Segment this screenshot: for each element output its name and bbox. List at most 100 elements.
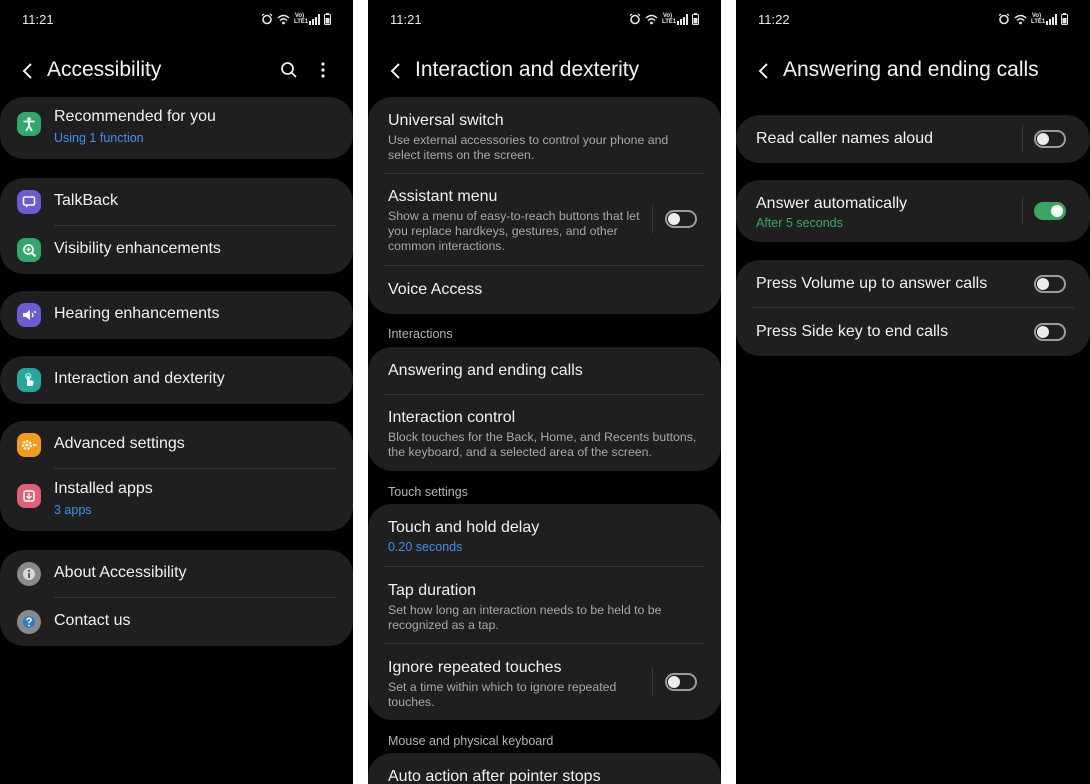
back-arrow-icon <box>390 63 400 79</box>
menu-item-label: Installed apps <box>54 480 153 497</box>
assistant-menu-toggle[interactable] <box>665 210 697 228</box>
item-label: Touch and hold delay <box>388 519 540 536</box>
settings-group: TalkBack Visibility enhancements <box>0 178 353 274</box>
menu-item-installed-apps[interactable]: Installed apps 3 apps <box>0 469 353 531</box>
battery-icon <box>1061 13 1068 25</box>
accessibility-person-icon <box>17 112 41 136</box>
back-button[interactable] <box>384 58 406 84</box>
setting-label: Answer automatically <box>756 195 908 212</box>
section-header-touch-settings: Touch settings <box>388 485 468 499</box>
menu-item-label: Hearing enhancements <box>54 305 220 322</box>
read-caller-toggle[interactable] <box>1034 130 1066 148</box>
alarm-icon <box>998 13 1010 25</box>
menu-item-interaction[interactable]: Interaction and dexterity <box>0 356 353 404</box>
item-label: Ignore repeated touches <box>388 659 562 676</box>
back-button[interactable] <box>16 58 38 84</box>
settings-group: Hearing enhancements <box>0 291 353 339</box>
search-button[interactable] <box>279 59 299 81</box>
item-label: Auto action after pointer stops <box>388 768 601 784</box>
press-side-key-toggle[interactable] <box>1034 323 1066 341</box>
gear-dots-icon <box>17 433 41 457</box>
info-icon <box>17 562 41 586</box>
setting-answer-automatically[interactable]: Answer automatically After 5 seconds <box>736 180 1090 242</box>
download-apps-icon <box>17 484 41 508</box>
page-title: Answering and ending calls <box>783 58 1039 81</box>
section-header-mouse-keyboard: Mouse and physical keyboard <box>388 734 554 748</box>
settings-group: Auto action after pointer stops <box>368 753 721 784</box>
hearing-volume-icon <box>17 303 41 327</box>
menu-item-voice-access[interactable]: Voice Access <box>368 266 721 314</box>
setting-press-side-key[interactable]: Press Side key to end calls <box>736 308 1090 356</box>
volte-icon: Vo) LTE1 <box>294 13 309 25</box>
vertical-separator <box>1022 197 1023 225</box>
menu-item-contact[interactable]: Contact us <box>0 598 353 646</box>
setting-read-caller-names[interactable]: Read caller names aloud <box>736 115 1090 163</box>
menu-item-talkback[interactable]: TalkBack <box>0 178 353 226</box>
more-vertical-icon <box>321 62 325 78</box>
menu-item-sub: 3 apps <box>54 503 92 517</box>
menu-item-assistant-menu[interactable]: Assistant menu Show a menu of easy-to-re… <box>368 174 721 266</box>
app-bar: Accessibility <box>0 52 353 90</box>
signal-icon <box>1046 13 1057 25</box>
status-time: 11:21 <box>390 12 422 27</box>
setting-press-volume-up[interactable]: Press Volume up to answer calls <box>736 260 1090 308</box>
item-sub: 0.20 seconds <box>388 540 463 554</box>
status-bar: 11:21 Vo) LTE1 <box>368 12 721 28</box>
setting-sub: After 5 seconds <box>756 216 843 230</box>
settings-group: About Accessibility Contact us <box>0 550 353 646</box>
page-title: Accessibility <box>47 58 162 81</box>
settings-group: Press Volume up to answer calls Press Si… <box>736 260 1090 356</box>
item-label: Voice Access <box>388 281 483 298</box>
alarm-icon <box>629 13 641 25</box>
press-volume-toggle[interactable] <box>1034 275 1066 293</box>
setting-label: Read caller names aloud <box>756 130 933 147</box>
menu-item-visibility[interactable]: Visibility enhancements <box>0 226 353 274</box>
alarm-icon <box>261 13 273 25</box>
menu-item-universal-switch[interactable]: Universal switch Use external accessorie… <box>368 97 721 174</box>
menu-item-about[interactable]: About Accessibility <box>0 550 353 598</box>
page-title: Interaction and dexterity <box>415 58 640 81</box>
menu-item-label: Recommended for you <box>54 108 216 125</box>
menu-item-advanced[interactable]: Advanced settings <box>0 421 353 469</box>
back-button[interactable] <box>752 58 774 84</box>
settings-group: Interaction and dexterity <box>0 356 353 404</box>
search-icon <box>281 62 297 78</box>
wifi-icon <box>1014 14 1027 25</box>
answer-automatically-toggle[interactable] <box>1034 202 1066 220</box>
answering-ending-calls-screen: 11:22 Vo) LTE1 Answering and ending calls… <box>736 0 1090 784</box>
ignore-repeated-toggle[interactable] <box>665 673 697 691</box>
menu-item-ignore-repeated[interactable]: Ignore repeated touches Set a time withi… <box>368 644 721 720</box>
settings-group: Universal switch Use external accessorie… <box>368 97 721 314</box>
menu-item-label: Advanced settings <box>54 435 185 452</box>
question-icon <box>17 610 41 634</box>
volte-icon: Vo) LTE1 <box>662 13 677 25</box>
menu-item-auto-action[interactable]: Auto action after pointer stops <box>368 753 721 784</box>
menu-item-touch-hold-delay[interactable]: Touch and hold delay 0.20 seconds <box>368 504 721 567</box>
status-bar: 11:22 Vo) LTE1 <box>736 12 1090 28</box>
setting-label: Press Side key to end calls <box>756 323 949 340</box>
settings-group: Recommended for you Using 1 function <box>0 97 353 159</box>
menu-item-sub: Using 1 function <box>54 131 144 145</box>
menu-item-tap-duration[interactable]: Tap duration Set how long an interaction… <box>368 567 721 644</box>
interaction-dexterity-screen: 11:21 Vo) LTE1 Interaction and dexterity … <box>368 0 721 784</box>
menu-item-recommended[interactable]: Recommended for you Using 1 function <box>0 97 353 159</box>
wifi-icon <box>645 14 658 25</box>
menu-item-answering-calls[interactable]: Answering and ending calls <box>368 347 721 395</box>
app-bar: Answering and ending calls <box>736 52 1090 90</box>
item-description: Set how long an interaction needs to be … <box>388 603 662 632</box>
battery-icon <box>324 13 331 25</box>
vertical-separator <box>1022 125 1023 153</box>
menu-item-interaction-control[interactable]: Interaction control Block touches for th… <box>368 395 721 471</box>
more-options-button[interactable] <box>313 59 333 81</box>
menu-item-hearing[interactable]: Hearing enhancements <box>0 291 353 339</box>
settings-group: Advanced settings Installed apps 3 apps <box>0 421 353 531</box>
status-time: 11:22 <box>758 12 790 27</box>
item-label: Interaction control <box>388 409 516 426</box>
vertical-separator <box>652 668 653 696</box>
back-arrow-icon <box>22 63 32 79</box>
menu-item-label: Visibility enhancements <box>54 240 221 257</box>
menu-item-label: About Accessibility <box>54 564 187 581</box>
section-header-interactions: Interactions <box>388 327 453 341</box>
item-description: Use external accessories to control your… <box>388 133 669 162</box>
signal-icon <box>677 13 688 25</box>
